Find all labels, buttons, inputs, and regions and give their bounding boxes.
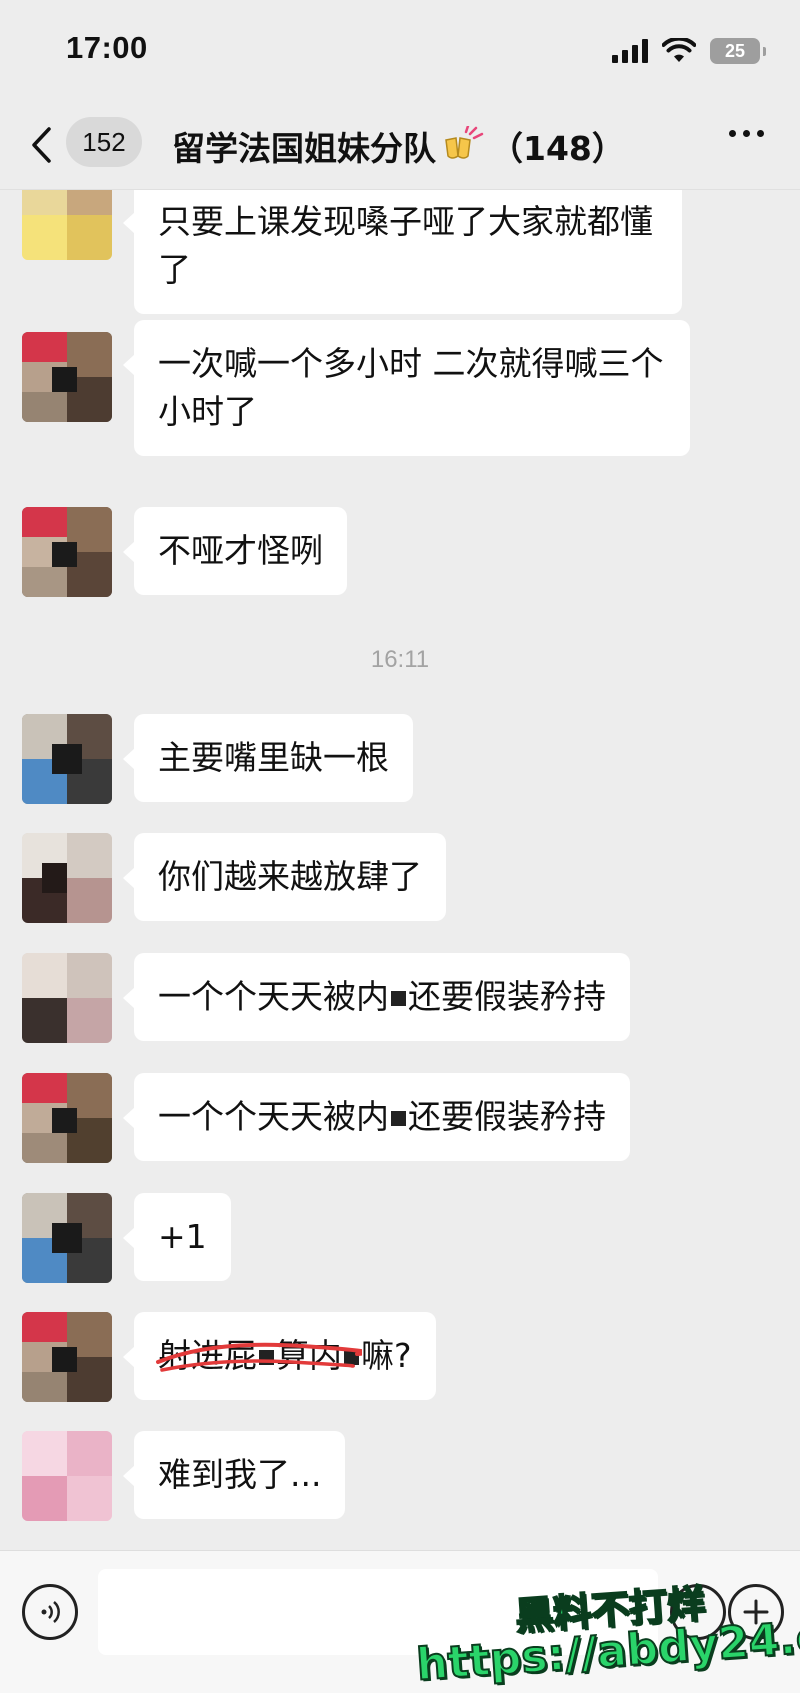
message-bubble[interactable]: 主要嘴里缺一根 [123,714,413,802]
avatar[interactable] [22,1193,112,1283]
chat-title: 留学法国姐妹分队 （148） [172,122,625,170]
avatar[interactable] [22,1312,112,1402]
avatar[interactable] [22,507,112,597]
censor-mark [391,991,406,1006]
message-bubble[interactable]: 不哑才怪咧 [123,507,347,595]
message-bubble[interactable]: 一个个天天被内 还要假装矜持 [123,1073,630,1161]
message-bubble[interactable]: 难到我了... [122,1431,346,1519]
avatar[interactable] [22,833,112,923]
status-icons: 25 [612,36,766,66]
message-bubble[interactable]: 射进屁 算内 嘛? [123,1312,436,1400]
chat-nav-bar: 152 留学法国姐妹分队 （148） [0,100,800,190]
battery-icon: 25 [710,38,766,64]
back-arrow-icon [32,127,51,163]
status-time: 17:00 [66,30,148,65]
message-bubble[interactable]: 一次喊一个多小时 二次就得喊三个小时了 [123,320,690,456]
status-bar: 17:00 25 [0,0,800,100]
struck-text: 射进屁 [156,1332,362,1380]
message-timestamp: 16:11 [370,646,430,673]
group-name: 留学法国姐妹分队 [172,129,436,168]
cheers-emoji-icon [445,126,484,159]
message-bubble[interactable]: 你们越来越放肆了 [123,833,446,921]
voice-button[interactable] [22,1584,78,1640]
censor-mark [391,1111,406,1126]
avatar[interactable] [22,1073,112,1163]
avatar[interactable] [22,953,112,1043]
back-button[interactable] [30,122,60,168]
message-list: 只要上课发现嗓子哑了大家就都懂了 一次喊一个多小时 二次就得喊三个小时了 不哑才… [0,190,800,1550]
voice-icon [41,1601,60,1623]
member-count: （148） [490,129,625,168]
avatar[interactable] [22,332,112,422]
more-dots-icon[interactable] [729,130,764,137]
wifi-icon [662,38,696,62]
chat-input-bar: 黑料不打烊 https://abdy24.com [0,1550,800,1693]
message-bubble[interactable]: +1 [123,1193,231,1281]
avatar[interactable] [22,714,112,804]
unread-count-badge[interactable]: 152 [66,117,142,167]
avatar[interactable] [22,190,112,260]
avatar[interactable] [22,1431,112,1521]
red-strike-mark [156,1342,362,1372]
message-bubble[interactable]: 一个个天天被内 还要假装矜持 [123,953,630,1041]
message-bubble[interactable]: 只要上课发现嗓子哑了大家就都懂了 [123,190,682,314]
signal-icon [612,39,648,63]
